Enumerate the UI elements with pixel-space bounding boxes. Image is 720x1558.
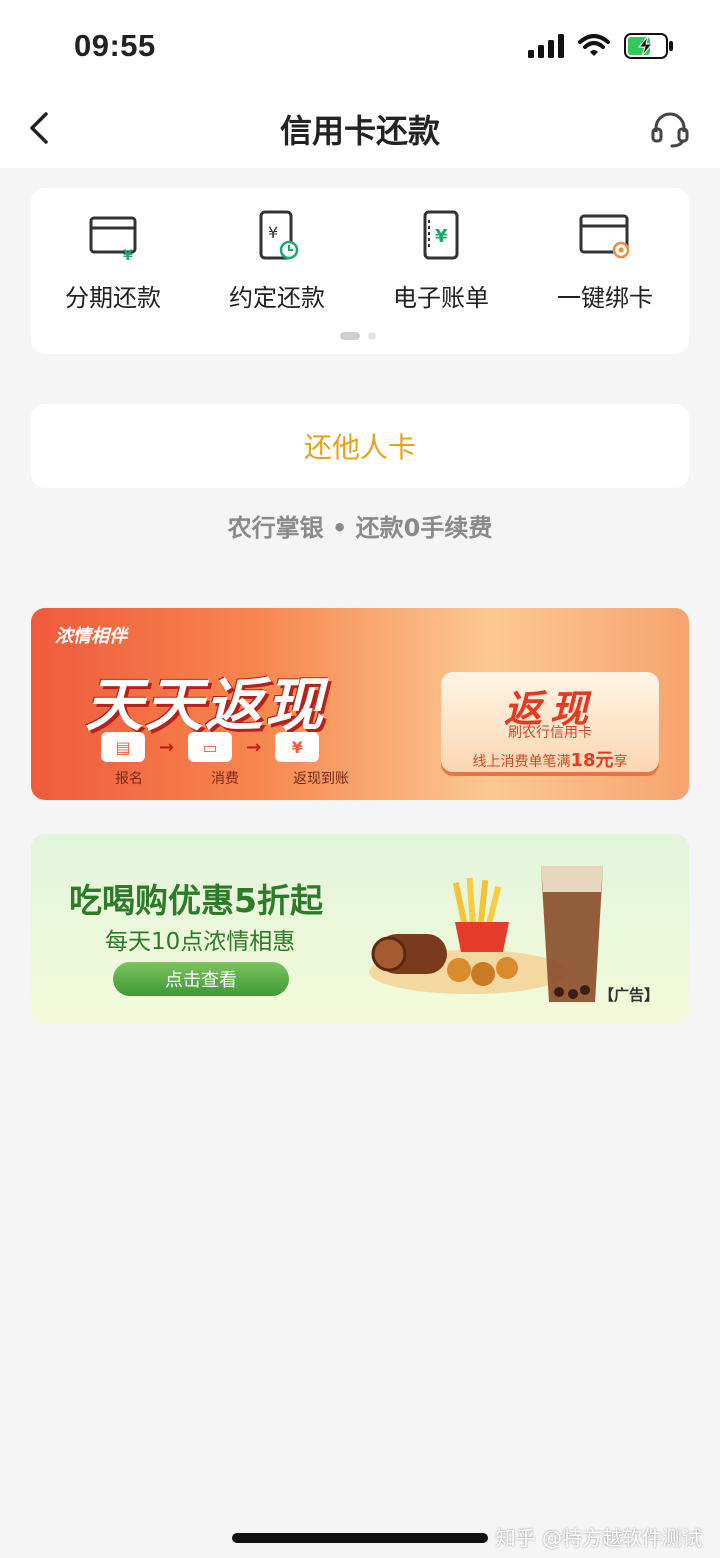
page-title: 信用卡还款	[279, 113, 440, 149]
battery-icon	[624, 33, 673, 59]
customer-service-headset-icon[interactable]	[650, 108, 690, 148]
cashback-step-icon: ¥	[275, 732, 320, 762]
banner-tag: 浓情相伴	[55, 626, 127, 647]
shortcut-scheduled[interactable]: ¥ 约定还款	[207, 208, 347, 313]
banner-subtitle: 每天10点浓情相惠	[105, 929, 296, 955]
bind-card-icon	[579, 214, 630, 259]
nav-bar: 信用卡还款	[0, 90, 720, 168]
home-indicator[interactable]	[232, 1533, 488, 1543]
promo-text: 农行掌银 • 还款0手续费	[227, 514, 493, 542]
shortcut-label: 电子账单	[393, 284, 489, 312]
card-installment-icon: ¥	[89, 216, 137, 264]
cashback-card-condition: 线上消费单笔满18元享	[472, 750, 628, 771]
arrow-icon: →	[159, 736, 175, 758]
signal-icon	[528, 34, 564, 58]
shortcut-label: 约定还款	[229, 284, 325, 312]
scheduled-payment-icon: ¥	[259, 210, 299, 260]
food-deal-banner[interactable]: 吃喝购优惠5折起 每天10点浓情相惠 点击查看 【广告】	[31, 834, 689, 1024]
status-bar: 09:55	[0, 0, 720, 90]
step-label: 返现到账	[293, 771, 349, 787]
shortcut-bind-card[interactable]: 一键绑卡	[535, 208, 675, 313]
shortcut-label: 分期还款	[65, 284, 161, 312]
watermark: 知乎 @特方越软件测试	[495, 1526, 702, 1550]
banner-title: 天天返现	[85, 671, 326, 739]
pager-dot	[368, 332, 376, 340]
view-details-button[interactable]: 点击查看	[113, 962, 289, 996]
shortcut-panel: ¥ 分期还款 ¥ 约定还款 ¥ 电子账单 一键绑卡	[31, 188, 689, 354]
banner-title: 吃喝购优惠5折起	[69, 881, 323, 920]
cashback-card-subtitle: 刷农行信用卡	[508, 725, 592, 741]
ad-label: 【广告】	[598, 986, 659, 1004]
pager-dots	[340, 332, 376, 340]
pager-dot-active	[340, 332, 360, 340]
repay-others-card-button[interactable]: 还他人卡	[31, 404, 689, 488]
shortcut-ebill[interactable]: ¥ 电子账单	[371, 208, 511, 313]
svg-text:¥: ¥	[123, 248, 133, 264]
svg-text:¥: ¥	[268, 223, 278, 242]
e-bill-icon: ¥	[423, 210, 459, 260]
cashback-banner[interactable]: 浓情相伴 天天返现 ▤ → ▭ → ¥ 报名 消费 返现到账 返现 刷农行信用卡…	[31, 608, 689, 800]
shortcut-label: 一键绑卡	[557, 284, 653, 312]
step-label: 报名	[115, 771, 143, 787]
status-icons	[528, 33, 674, 59]
status-time: 09:55	[74, 28, 156, 63]
svg-text:¥: ¥	[435, 226, 448, 247]
signup-step-icon: ▤	[101, 732, 145, 762]
arrow-icon: →	[246, 736, 262, 758]
step-label: 消费	[211, 771, 239, 787]
spend-step-icon: ▭	[188, 732, 233, 762]
shortcut-installment[interactable]: ¥ 分期还款	[43, 208, 183, 313]
wifi-icon	[578, 34, 610, 56]
cashback-card: 返现 刷农行信用卡 线上消费单笔满18元享	[441, 672, 659, 772]
cashback-steps: ▤ → ▭ → ¥	[101, 732, 320, 762]
